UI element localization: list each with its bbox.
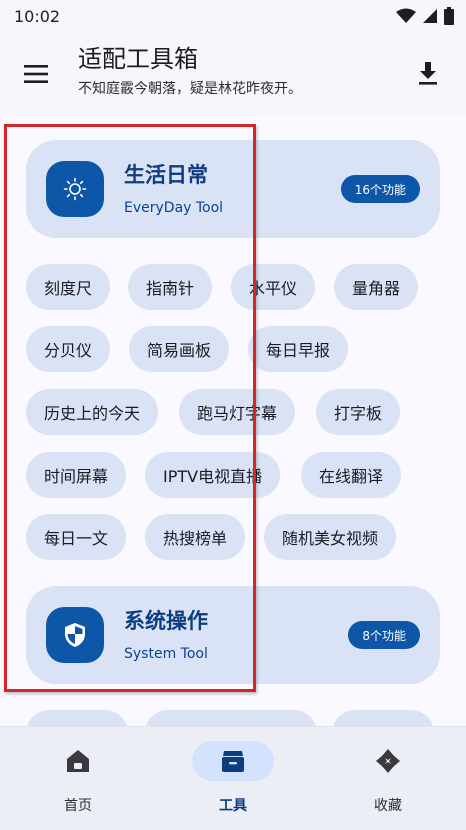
- nav-label: 收藏: [374, 798, 402, 814]
- app-bar: 适配工具箱 不知庭霰今朝落，疑是林花昨夜开。: [0, 32, 466, 114]
- tool-chip-drawing-board[interactable]: 简易画板: [129, 326, 230, 372]
- tool-chip-protractor[interactable]: 量角器: [334, 264, 419, 310]
- nav-icon-container: [37, 741, 119, 781]
- tool-chip-daily-article[interactable]: 每日一文: [26, 514, 127, 560]
- tool-chip-marquee[interactable]: 跑马灯字幕: [179, 389, 296, 435]
- download-icon: [419, 62, 437, 85]
- collection-icon: [376, 749, 400, 773]
- wifi-icon: [396, 8, 416, 23]
- tool-chip-time-screen[interactable]: 时间屏幕: [26, 452, 127, 498]
- tool-chip-morning-news[interactable]: 每日早报: [248, 326, 349, 372]
- page-title: 适配工具箱: [78, 45, 198, 73]
- category-card-everyday[interactable]: 生活日常 EveryDay Tool 16个功能: [26, 140, 440, 238]
- category-subtitle: System Tool: [124, 646, 208, 662]
- title-block: 适配工具箱 不知庭霰今朝落，疑是林花昨夜开。: [78, 42, 302, 100]
- tool-chip-random-video[interactable]: 随机美女视频: [264, 514, 397, 560]
- bottom-navigation: 首页 工具 收藏: [0, 726, 466, 830]
- download-button[interactable]: [408, 54, 448, 94]
- nav-icon-container: [347, 741, 429, 781]
- category-title: 生活日常: [124, 163, 208, 187]
- tool-chip-level[interactable]: 水平仪: [231, 264, 316, 310]
- nav-label: 工具: [219, 798, 247, 814]
- tool-chip-history-today[interactable]: 历史上的今天: [26, 389, 159, 435]
- tool-chip-partial[interactable]: [26, 710, 128, 726]
- category-icon-container: [46, 607, 104, 663]
- tool-chip-decibel-meter[interactable]: 分贝仪: [26, 326, 111, 372]
- category-card-system[interactable]: 系统操作 System Tool 8个功能: [26, 586, 440, 684]
- sun-icon: [63, 177, 87, 201]
- signal-icon: [423, 9, 437, 23]
- nav-item-tools[interactable]: 工具: [173, 741, 293, 825]
- battery-icon: [444, 7, 454, 25]
- category-icon-container: [46, 161, 104, 217]
- nav-label: 首页: [64, 798, 92, 814]
- shield-icon: [65, 623, 85, 647]
- nav-item-collection[interactable]: 收藏: [328, 741, 448, 825]
- tool-chip-trending-list[interactable]: 热搜榜单: [145, 514, 246, 560]
- feature-count-badge: 16个功能: [340, 175, 420, 203]
- menu-button[interactable]: [16, 54, 56, 94]
- category-title: 系统操作: [124, 609, 208, 633]
- category-subtitle: EveryDay Tool: [124, 200, 224, 216]
- feature-count-badge: 8个功能: [348, 621, 420, 649]
- tool-chip-compass[interactable]: 指南针: [128, 264, 213, 310]
- tool-chip-partial[interactable]: [332, 710, 434, 726]
- tool-chip-iptv[interactable]: IPTV电视直播: [145, 452, 281, 498]
- hamburger-menu-icon: [24, 65, 48, 83]
- tool-chip-partial[interactable]: [145, 710, 317, 726]
- toolbox-icon: [222, 751, 244, 772]
- home-icon: [67, 750, 89, 772]
- nav-icon-container: [192, 741, 274, 781]
- status-bar: 10:02: [0, 0, 466, 32]
- tool-chip-online-translate[interactable]: 在线翻译: [301, 452, 402, 498]
- nav-item-home[interactable]: 首页: [18, 741, 138, 825]
- tool-chip-typing-board[interactable]: 打字板: [316, 389, 401, 435]
- tool-list[interactable]: 生活日常 EveryDay Tool 16个功能 刻度尺 指南针 水平仪 量角器…: [0, 114, 466, 726]
- status-icons: [396, 7, 454, 25]
- page-subtitle: 不知庭霰今朝落，疑是林花昨夜开。: [78, 81, 302, 97]
- status-time: 10:02: [14, 6, 61, 26]
- tool-chip-ruler[interactable]: 刻度尺: [26, 264, 111, 310]
